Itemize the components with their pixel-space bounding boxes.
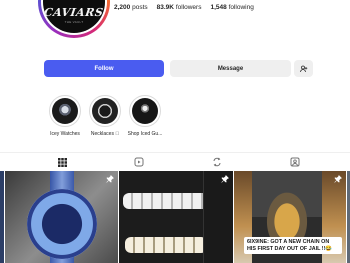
follow-button[interactable]: Follow — [44, 60, 164, 77]
grillz-top-image — [123, 193, 209, 209]
posts-grid: 6IX9INE: GOT A NEW CHAIN ON HIS FIRST DA… — [0, 171, 350, 263]
followers-label: followers — [175, 4, 202, 11]
grillz-bottom-image — [125, 237, 207, 253]
post-6ix9ine-chain[interactable]: 6IX9INE: GOT A NEW CHAIN ON HIS FIRST DA… — [234, 171, 346, 263]
highlight-icey-watches[interactable]: Icey Watches — [48, 95, 82, 137]
profile-stats: 2,200 posts 83.9K followers 1,548 follow… — [114, 4, 254, 11]
watch-image — [27, 189, 97, 259]
tab-reels[interactable] — [132, 156, 146, 168]
posts-stat: 2,200 posts — [114, 4, 148, 11]
message-button[interactable]: Message — [170, 60, 291, 77]
avatar-ring: CAVIARS THE VAULT — [41, 0, 107, 35]
story-highlights: Icey Watches Necklaces 🏻 Shop Iced Gu... — [48, 95, 162, 137]
tab-tagged[interactable] — [288, 156, 302, 168]
reels-icon — [134, 157, 144, 167]
followers-stat[interactable]: 83.9K followers — [157, 4, 202, 11]
highlight-cover — [132, 98, 158, 124]
post-grillz[interactable] — [119, 171, 233, 263]
post-partial-left[interactable] — [0, 171, 4, 263]
highlight-cover — [52, 98, 78, 124]
following-label: following — [228, 4, 254, 11]
highlight-necklaces[interactable]: Necklaces 🏻 — [88, 95, 122, 137]
pinned-icon — [334, 175, 342, 183]
highlight-ring — [129, 95, 161, 127]
following-stat[interactable]: 1,548 following — [210, 4, 253, 11]
highlight-label: Shop Iced Gu... — [127, 131, 163, 137]
posts-label: posts — [132, 4, 148, 11]
tagged-icon — [290, 157, 300, 167]
pinned-icon — [106, 175, 114, 183]
avatar: CAVIARS THE VAULT — [43, 0, 105, 33]
followers-count: 83.9K — [156, 4, 174, 11]
highlight-ring — [89, 95, 121, 127]
avatar-subtext: THE VAULT — [64, 20, 84, 24]
highlight-ring — [49, 95, 81, 127]
highlight-cover — [92, 98, 118, 124]
pinned-icon — [221, 175, 229, 183]
highlight-label: Icey Watches — [50, 131, 80, 137]
post-iced-watch[interactable] — [5, 171, 118, 263]
profile-tabs — [0, 152, 350, 172]
backdrop-cloth — [203, 171, 233, 263]
tab-posts[interactable] — [52, 156, 72, 172]
highlight-shop-iced[interactable]: Shop Iced Gu... — [128, 95, 162, 137]
grid-icon — [57, 157, 67, 167]
tab-reposts[interactable] — [210, 156, 224, 168]
post-caption: 6IX9INE: GOT A NEW CHAIN ON HIS FIRST DA… — [244, 237, 342, 254]
person-add-icon — [299, 65, 307, 72]
suggested-users-button[interactable] — [294, 60, 313, 77]
highlight-label: Necklaces 🏻 — [90, 131, 120, 137]
posts-count: 2,200 — [114, 4, 131, 11]
repost-icon — [213, 157, 221, 167]
profile-avatar[interactable]: CAVIARS THE VAULT — [38, 0, 110, 38]
avatar-logo: CAVIARS — [43, 6, 105, 19]
following-count: 1,548 — [210, 4, 227, 11]
